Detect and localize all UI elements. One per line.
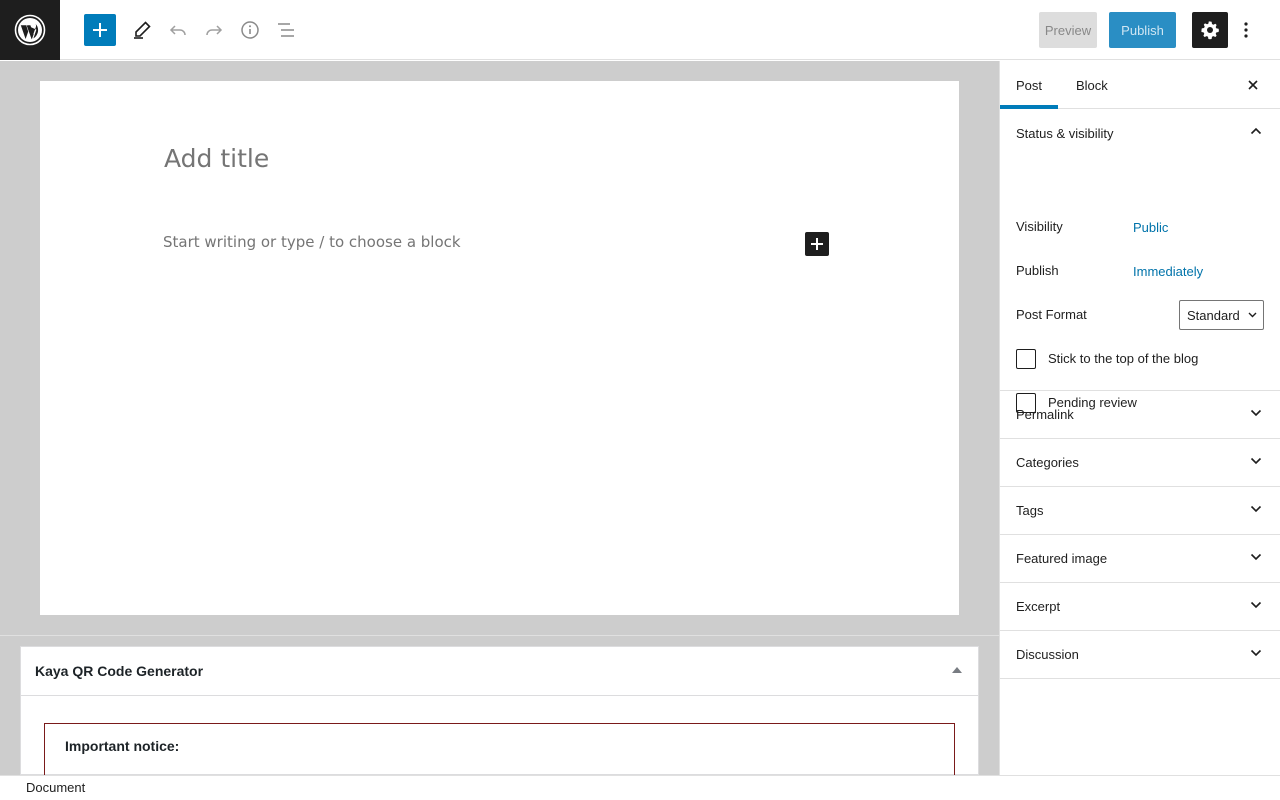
- wordpress-logo-icon: [14, 14, 46, 46]
- status-visibility-toggle[interactable]: Status & visibility: [1000, 109, 1280, 157]
- chevron-down-icon: [1250, 601, 1262, 609]
- undo-button[interactable]: [160, 12, 196, 48]
- redo-icon: [206, 25, 223, 36]
- tags-title: Tags: [1016, 503, 1044, 518]
- chevron-down-icon: [1248, 312, 1257, 318]
- sidebar-tabs: Post Block: [1000, 61, 1280, 109]
- tab-post-label: Post: [1016, 77, 1043, 93]
- editor-header: Preview Publish: [0, 0, 1280, 60]
- notice-heading: Important notice:: [65, 738, 180, 754]
- publish-button[interactable]: Publish: [1109, 12, 1176, 48]
- permalink-panel[interactable]: Permalink: [1000, 391, 1280, 439]
- chevron-down-icon: [1250, 649, 1262, 657]
- inline-add-block-button[interactable]: [805, 232, 829, 256]
- chevron-down-icon: [1250, 457, 1262, 465]
- excerpt-title: Excerpt: [1016, 599, 1061, 614]
- discussion-panel[interactable]: Discussion: [1000, 631, 1280, 679]
- post-format-value: Standard: [1187, 307, 1240, 323]
- sticky-checkbox[interactable]: [1016, 349, 1036, 369]
- settings-button[interactable]: [1192, 12, 1228, 48]
- tab-block[interactable]: Block: [1076, 61, 1108, 109]
- excerpt-panel[interactable]: Excerpt: [1000, 583, 1280, 631]
- sticky-label[interactable]: Stick to the top of the blog: [1048, 351, 1198, 366]
- gear-icon: [1201, 21, 1219, 40]
- preview-button[interactable]: Preview: [1039, 12, 1097, 48]
- tab-post[interactable]: Post: [1016, 61, 1042, 109]
- post-format-label: Post Format: [1016, 307, 1087, 322]
- visibility-toggle[interactable]: Public: [1133, 220, 1168, 235]
- caret-up-icon[interactable]: [952, 667, 962, 673]
- add-block-button[interactable]: [84, 14, 116, 46]
- tags-panel[interactable]: Tags: [1000, 487, 1280, 535]
- details-button[interactable]: [232, 12, 268, 48]
- close-icon: [1248, 80, 1258, 90]
- plus-icon: [811, 238, 823, 250]
- status-visibility-body: Visibility Public Publish Immediately Po…: [1000, 157, 1280, 413]
- categories-panel[interactable]: Categories: [1000, 439, 1280, 487]
- chevron-down-icon: [1250, 409, 1262, 417]
- close-sidebar-button[interactable]: [1241, 73, 1265, 97]
- metabox-separator: [0, 635, 999, 636]
- redo-button[interactable]: [196, 12, 232, 48]
- plus-icon: [93, 23, 107, 37]
- metabox-title: Kaya QR Code Generator: [35, 663, 204, 679]
- wordpress-logo[interactable]: [0, 0, 60, 60]
- tab-block-label: Block: [1076, 77, 1108, 93]
- undo-icon: [169, 25, 186, 36]
- chevron-up-icon: [1250, 127, 1262, 135]
- metabox-header[interactable]: Kaya QR Code Generator: [21, 647, 978, 696]
- permalink-title: Permalink: [1016, 407, 1074, 422]
- tools-button[interactable]: [124, 12, 160, 48]
- qr-code-metabox: Kaya QR Code Generator Important notice:: [20, 646, 979, 783]
- featured-image-title: Featured image: [1016, 551, 1108, 566]
- publish-label: Publish: [1016, 263, 1059, 278]
- featured-image-panel[interactable]: Featured image: [1000, 535, 1280, 583]
- vertical-ellipsis-icon: [1244, 22, 1248, 38]
- list-view-icon: [278, 23, 294, 37]
- important-notice: Important notice:: [44, 723, 955, 783]
- settings-sidebar: Post Block Status & visibility Visibilit…: [999, 61, 1280, 775]
- discussion-title: Discussion: [1016, 647, 1079, 662]
- chevron-down-icon: [1250, 505, 1262, 513]
- outline-button[interactable]: [268, 12, 304, 48]
- post-title-input[interactable]: Add title: [164, 144, 269, 173]
- status-visibility-title: Status & visibility: [1016, 125, 1114, 141]
- more-options-button[interactable]: [1232, 12, 1260, 48]
- breadcrumb-document[interactable]: Document: [26, 780, 85, 795]
- post-format-select[interactable]: Standard: [1179, 300, 1264, 330]
- categories-title: Categories: [1016, 455, 1079, 470]
- visibility-label: Visibility: [1016, 219, 1063, 234]
- info-icon: [241, 21, 259, 39]
- chevron-down-icon: [1250, 553, 1262, 561]
- publish-date-toggle[interactable]: Immediately: [1133, 264, 1203, 279]
- block-breadcrumb-bar: Document: [0, 775, 1280, 800]
- status-visibility-panel: Status & visibility Visibility Public Pu…: [1000, 109, 1280, 413]
- pencil-icon: [134, 21, 151, 39]
- paragraph-placeholder[interactable]: Start writing or type / to choose a bloc…: [163, 233, 461, 251]
